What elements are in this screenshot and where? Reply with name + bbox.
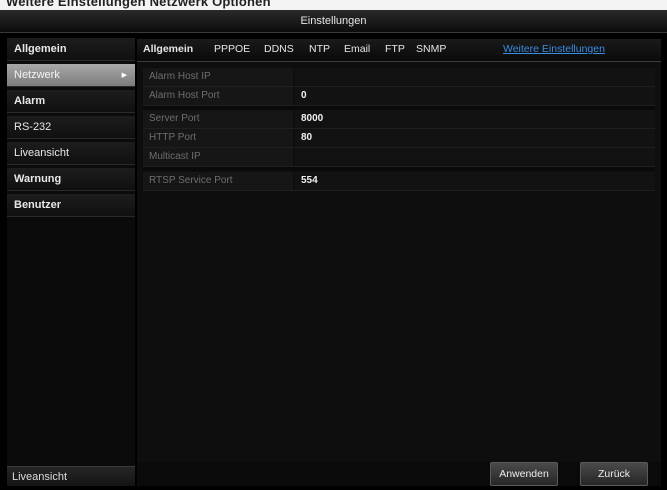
server-port-field[interactable]: 8000 [295,110,655,128]
alarm-host-ip-row: Alarm Host IP [143,68,655,87]
tab-weitere-einstellungen[interactable]: Weitere Einstellungen [503,39,605,61]
sidebar-item-allgemein[interactable]: Allgemein [7,38,135,61]
tab-email[interactable]: Email [344,39,370,61]
window-title: Einstellungen [0,10,667,33]
sidebar-item-warnung[interactable]: Warnung [7,168,135,191]
tab-ddns[interactable]: DDNS [264,39,294,61]
alarm-host-port-label: Alarm Host Port [143,87,293,105]
chevron-right-icon: ▶ [121,72,127,79]
http-port-field[interactable]: 80 [295,129,655,147]
tab-allgemein[interactable]: Allgemein [143,39,193,61]
server-port-row: Server Port 8000 [143,110,655,129]
settings-panel: Alarm Host IP Alarm Host Port 0 Server P… [137,62,661,462]
tab-ftp[interactable]: FTP [385,39,405,61]
liveview-button[interactable]: Liveansicht [7,466,135,486]
settings-window: Einstellungen Allgemein Netzwerk ▶ Alarm… [0,10,667,490]
http-port-row: HTTP Port 80 [143,129,655,148]
multicast-ip-field[interactable] [295,148,655,166]
alarm-host-port-row: Alarm Host Port 0 [143,87,655,106]
alarm-host-ip-label: Alarm Host IP [143,68,293,86]
group-divider [143,167,655,171]
http-port-label: HTTP Port [143,129,293,147]
back-button[interactable]: Zurück [580,462,648,486]
tab-pppoe[interactable]: PPPOE [214,39,250,61]
alarm-host-ip-field[interactable] [295,68,655,86]
rtsp-service-port-row: RTSP Service Port 554 [143,172,655,191]
sidebar-item-label: Netzwerk [14,69,60,81]
rtsp-service-port-label: RTSP Service Port [143,172,293,190]
multicast-ip-label: Multicast IP [143,148,293,166]
tab-bar: Allgemein PPPOE DDNS NTP Email FTP SNMP … [137,39,661,62]
apply-button[interactable]: Anwenden [490,462,558,486]
alarm-host-port-field[interactable]: 0 [295,87,655,105]
sidebar-item-alarm[interactable]: Alarm [7,90,135,113]
tab-ntp[interactable]: NTP [309,39,330,61]
tab-snmp[interactable]: SNMP [416,39,446,61]
sidebar-item-rs232[interactable]: RS-232 [7,116,135,139]
cropped-caption-text: Weitere Einstellungen Netzwerk Optionen [6,0,271,9]
rtsp-service-port-field[interactable]: 554 [295,172,655,190]
sidebar: Allgemein Netzwerk ▶ Alarm RS-232 Livean… [7,38,135,480]
multicast-ip-row: Multicast IP [143,148,655,167]
server-port-label: Server Port [143,110,293,128]
cropped-caption: Weitere Einstellungen Netzwerk Optionen [0,0,667,10]
sidebar-item-liveansicht[interactable]: Liveansicht [7,142,135,165]
sidebar-item-benutzer[interactable]: Benutzer [7,194,135,217]
sidebar-item-netzwerk[interactable]: Netzwerk ▶ [7,64,135,87]
